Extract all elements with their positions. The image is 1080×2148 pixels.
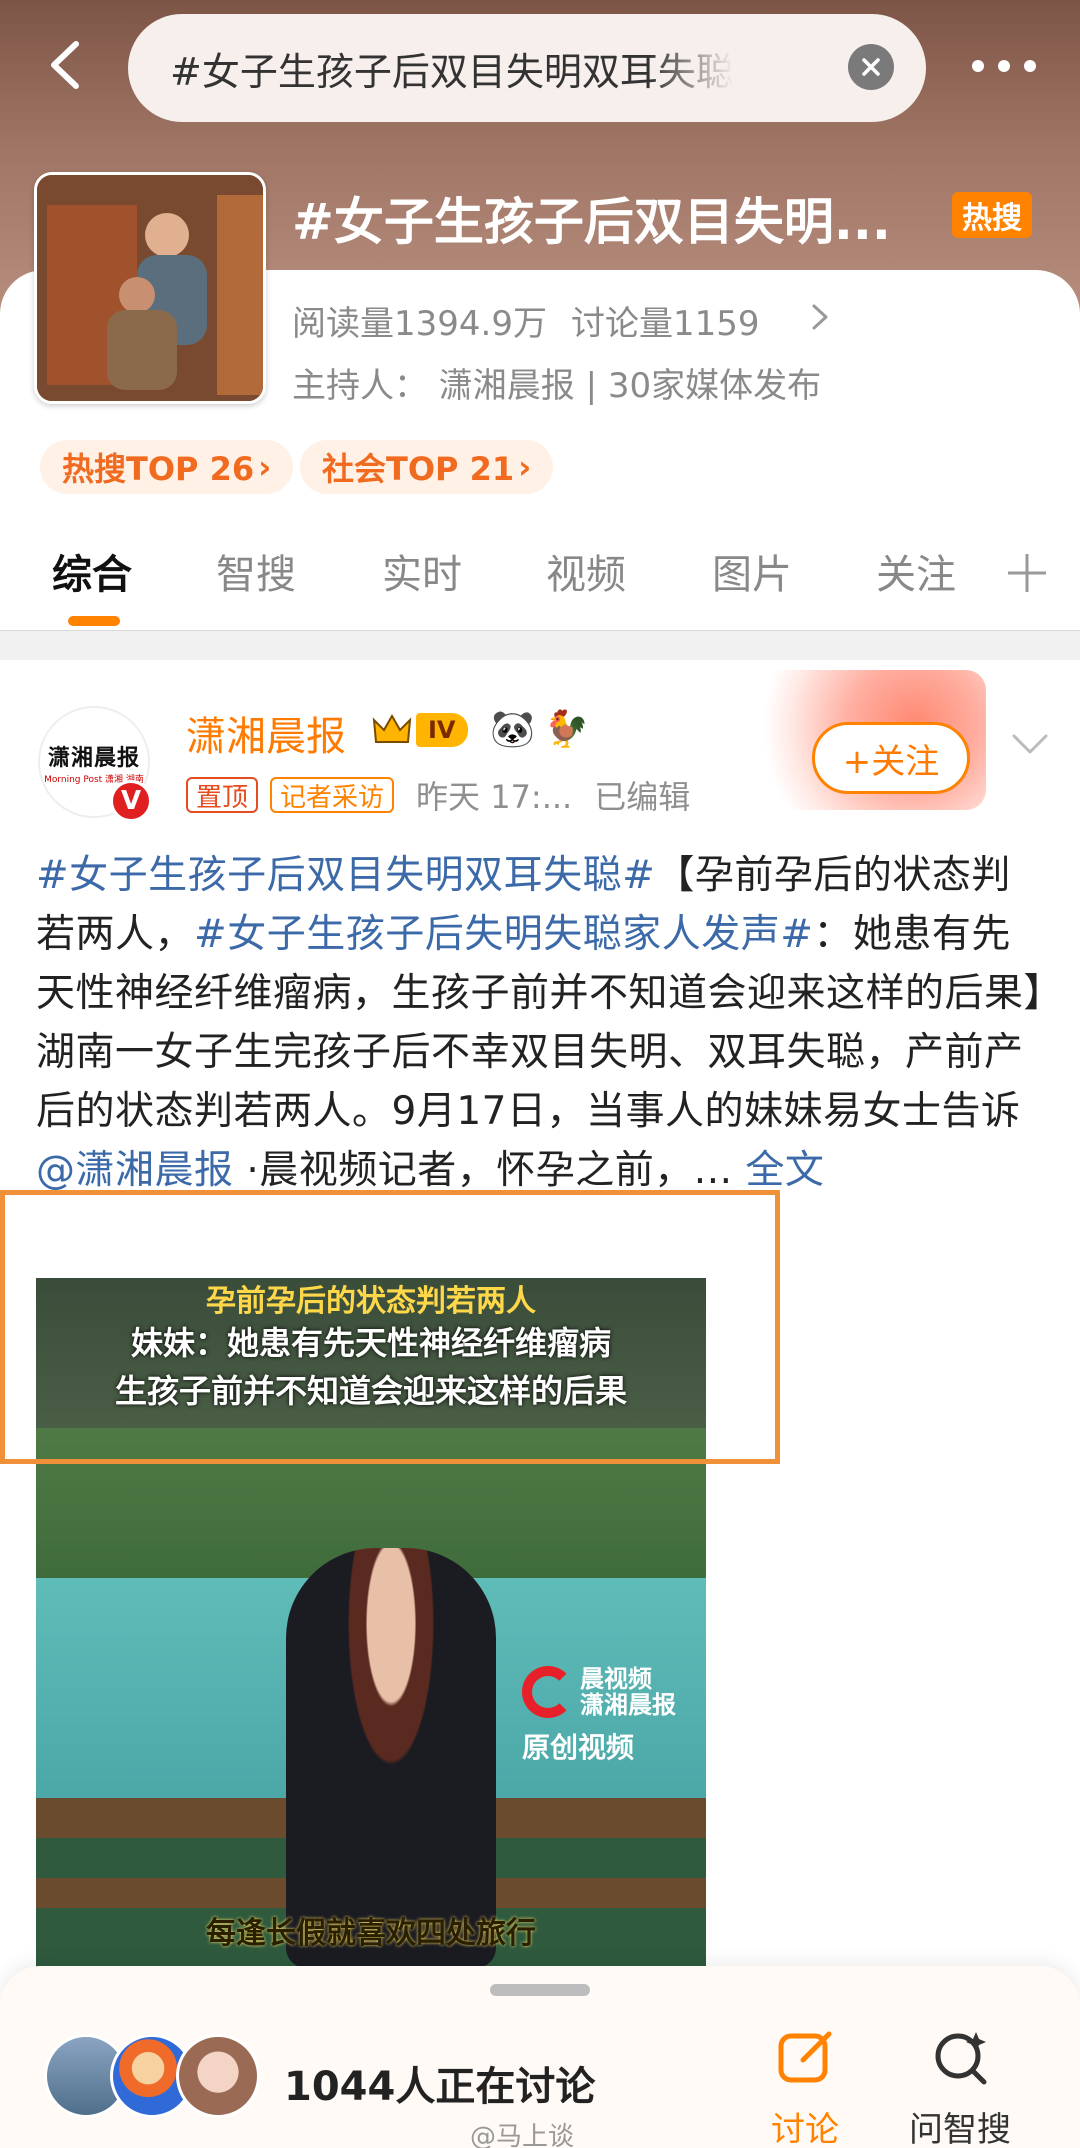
topic-photo-icon <box>37 175 263 401</box>
video-brand-logo: 晨视频 潇湘晨报 <box>522 1666 676 1718</box>
more-icon-dot <box>972 60 984 72</box>
discuss-label: 讨论 <box>771 2110 839 2148</box>
bottom-discussion-bar: 1044人正在讨论 讨论 问智搜 @马上谈 <box>0 1966 1080 2148</box>
tab-following[interactable]: 关注 <box>876 540 956 610</box>
tab-video[interactable]: 视频 <box>546 540 626 610</box>
edited-label: 已编辑 <box>594 778 691 816</box>
video-caption: 妹妹：她患有先天性神经纤维瘤病 <box>130 1324 611 1362</box>
verified-icon: V <box>110 780 152 822</box>
full-text-link[interactable]: 全文 <box>745 1148 824 1193</box>
add-tab-icon[interactable] <box>1002 548 1052 598</box>
section-divider <box>0 630 1080 660</box>
chevron-right-icon: › <box>258 448 272 486</box>
post-meta: 置顶 记者采访 昨天 17:... 已编辑 <box>186 772 690 818</box>
chevron-down-icon[interactable] <box>1008 722 1052 766</box>
top-bar: #女子生孩子后双目失明双耳失聪 <box>0 0 1080 140</box>
more-options-button[interactable] <box>964 40 1044 92</box>
smart-search-icon <box>935 2032 987 2085</box>
avatar-logo-text: 潇湘晨报 <box>47 745 140 771</box>
rooster-icon: 🐓 <box>544 709 589 750</box>
post-time: 昨天 17:... <box>416 778 573 816</box>
watermark: @马上谈 <box>470 2122 575 2148</box>
ask-smart-search-button[interactable]: 问智搜 <box>900 2026 1020 2148</box>
reporter-interview-tag: 记者采访 <box>270 777 395 813</box>
hashtag-link[interactable]: #女子生孩子后失明失聪家人发声# <box>194 912 813 957</box>
panda-icon: 🐼 <box>490 709 535 750</box>
close-icon <box>862 58 880 76</box>
rank-label: 社会TOP 21 <box>322 450 515 488</box>
video-caption: 生孩子前并不知道会迎来这样的后果 <box>114 1372 627 1410</box>
brand-logo-icon <box>522 1666 574 1718</box>
original-video-label: 原创视频 <box>522 1731 635 1764</box>
back-button[interactable] <box>32 30 102 100</box>
video-subtitle: 每逢长假就喜欢四处旅行 <box>206 1916 536 1951</box>
author-name[interactable]: 潇湘晨报 <box>186 704 346 762</box>
vip-level: IV <box>416 713 468 747</box>
chevron-right-icon: › <box>518 448 532 486</box>
discuss-button[interactable]: 讨论 <box>745 2026 865 2148</box>
topic-stats[interactable]: 阅读量1394.9万 讨论量1159 <box>292 296 760 345</box>
hot-search-rank-pill[interactable]: 热搜TOP 26 › <box>40 440 294 494</box>
video-scene-person <box>286 1548 496 1968</box>
chevron-right-icon[interactable] <box>808 300 832 334</box>
post-text-segment: ·晨视频记者，怀孕之前，... <box>233 1148 746 1193</box>
edit-icon <box>778 2031 832 2083</box>
discussing-count[interactable]: 1044人正在讨论 <box>284 2054 595 2112</box>
clear-search-button[interactable] <box>848 44 894 90</box>
active-tab-indicator <box>68 616 120 626</box>
tab-realtime[interactable]: 实时 <box>382 540 462 610</box>
ask-label: 问智搜 <box>909 2110 1011 2148</box>
follow-area: +关注 <box>746 670 986 820</box>
video-thumbnail[interactable]: 孕前孕后的状态判若两人 妹妹：她患有先天性神经纤维瘤病 生孩子前并不知道会迎来这… <box>36 1278 706 1968</box>
participant-avatars[interactable] <box>44 2034 268 2120</box>
search-input[interactable]: #女子生孩子后双目失明双耳失聪 <box>128 14 926 122</box>
discussion-count: 讨论量1159 <box>570 304 760 344</box>
tab-bar: 综合 智搜 实时 视频 图片 关注 <box>0 540 1080 632</box>
topic-title: #女子生孩子后双目失明... <box>292 193 891 251</box>
follow-button[interactable]: +关注 <box>812 722 970 794</box>
brand-name: 晨视频 潇湘晨报 <box>580 1666 676 1718</box>
vip-badge[interactable]: IV <box>372 708 482 752</box>
back-arrow-icon <box>51 41 79 89</box>
crown-icon <box>372 713 412 743</box>
topic-thumbnail[interactable] <box>34 172 266 404</box>
drag-handle[interactable] <box>490 1984 590 1996</box>
tab-images[interactable]: 图片 <box>712 540 792 610</box>
hashtag-link[interactable]: #女子生孩子后双目失明双耳失聪# <box>36 853 655 898</box>
brand-name-line: 潇湘晨报 <box>580 1691 676 1719</box>
pinned-tag: 置顶 <box>186 777 259 813</box>
tab-smart-search[interactable]: 智搜 <box>216 540 296 610</box>
search-query: #女子生孩子后双目失明双耳失聪 <box>170 49 734 94</box>
brand-name-line: 晨视频 <box>580 1665 652 1693</box>
post-text: #女子生孩子后双目失明双耳失聪#【孕前孕后的状态判若两人，#女子生孩子后失明失聪… <box>36 846 1048 1200</box>
mention-link[interactable]: @潇湘晨报 <box>36 1148 234 1193</box>
more-icon-dot <box>998 60 1010 72</box>
society-rank-pill[interactable]: 社会TOP 21 › <box>300 440 554 494</box>
weibo-post: 潇湘晨报 Morning Post 潇湘 湖南 V 潇湘晨报 IV 🐼 🐓 置顶… <box>0 660 1080 2148</box>
avatar <box>176 2034 260 2118</box>
hot-badge: 热搜 <box>952 192 1032 238</box>
read-count: 阅读量1394.9万 <box>292 304 547 344</box>
rank-label: 热搜TOP 26 <box>62 450 255 488</box>
video-caption: 孕前孕后的状态判若两人 <box>206 1284 536 1319</box>
topic-host: 主持人： 潇湘晨报 | 30家媒体发布 <box>292 366 822 406</box>
more-icon-dot <box>1024 60 1036 72</box>
tab-comprehensive[interactable]: 综合 <box>52 540 132 610</box>
